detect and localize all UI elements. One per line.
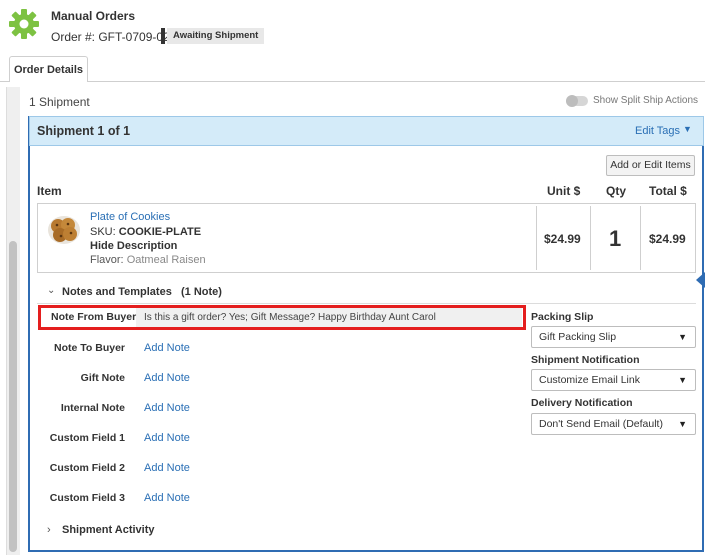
packing-slip-value: Gift Packing Slip <box>539 331 617 343</box>
tab-order-details[interactable]: Order Details <box>9 56 88 82</box>
item-sku: SKU: COOKIE-PLATE <box>90 226 201 238</box>
custom-field-3-add-link[interactable]: Add Note <box>144 492 190 504</box>
chevron-right-icon[interactable]: › <box>47 524 51 536</box>
shipment-count: 1 Shipment <box>29 95 90 109</box>
internal-note-label: Internal Note <box>60 402 125 414</box>
gear-icon <box>9 9 39 39</box>
caret-down-icon[interactable]: ▼ <box>683 124 692 134</box>
custom-field-1-add-link[interactable]: Add Note <box>144 432 190 444</box>
column-divider <box>590 206 591 270</box>
gift-note-add-link[interactable]: Add Note <box>144 372 190 384</box>
custom-field-2-label: Custom Field 2 <box>49 462 125 474</box>
caret-down-icon: ▼ <box>678 332 687 342</box>
custom-field-1-label: Custom Field 1 <box>49 432 125 444</box>
tab-divider <box>0 81 705 82</box>
notes-section-count: (1 Note) <box>181 286 222 298</box>
column-divider <box>536 206 537 270</box>
note-to-buyer-add-link[interactable]: Add Note <box>144 342 190 354</box>
delivery-notification-value: Don't Send Email (Default) <box>539 418 663 430</box>
highlight-box <box>38 305 526 330</box>
status-indicator <box>161 28 165 44</box>
delivery-notification-label: Delivery Notification <box>531 397 633 409</box>
edit-tags-link[interactable]: Edit Tags <box>635 125 680 137</box>
item-name-link[interactable]: Plate of Cookies <box>90 211 170 223</box>
notes-section-title: Notes and Templates <box>62 286 172 298</box>
expand-arrow-icon[interactable] <box>696 272 705 288</box>
quantity: 1 <box>609 226 622 251</box>
line-total: $24.99 <box>649 232 686 246</box>
shipment-notification-label: Shipment Notification <box>531 354 640 366</box>
column-header-qty: Qty <box>606 184 627 198</box>
custom-field-2-add-link[interactable]: Add Note <box>144 462 190 474</box>
shipment-header <box>29 116 704 146</box>
caret-down-icon: ▼ <box>678 375 687 385</box>
option-value: Oatmeal Raisen <box>126 254 206 266</box>
gift-note-label: Gift Note <box>80 372 125 384</box>
split-ship-toggle-knob[interactable] <box>566 95 578 107</box>
column-divider <box>640 206 641 270</box>
product-thumbnail <box>48 216 80 244</box>
internal-note-add-link[interactable]: Add Note <box>144 402 190 414</box>
delivery-notification-select[interactable]: Don't Send Email (Default) ▼ <box>531 413 696 435</box>
shipment-title: Shipment 1 of 1 <box>37 124 131 138</box>
caret-down-icon: ▼ <box>678 419 687 429</box>
split-ship-toggle-label[interactable]: Show Split Ship Actions <box>593 95 698 106</box>
add-edit-items-button[interactable]: Add or Edit Items <box>606 155 695 176</box>
order-number: Order #: GFT-0709-02 <box>51 30 170 44</box>
shipment-notification-select[interactable]: Customize Email Link ▼ <box>531 369 696 391</box>
scrollbar-thumb[interactable] <box>9 241 17 552</box>
chevron-down-icon[interactable]: ⌄ <box>47 285 55 296</box>
column-header-unit: Unit $ <box>547 184 581 198</box>
divider <box>37 303 696 304</box>
notes-section-header[interactable]: Notes and Templates (1 Note) <box>62 286 222 298</box>
option-label: Flavor: <box>90 254 124 266</box>
shipment-activity-toggle[interactable]: Shipment Activity <box>62 524 155 536</box>
packing-slip-select[interactable]: Gift Packing Slip ▼ <box>531 326 696 348</box>
item-option: Flavor: Oatmeal Raisen <box>90 254 206 266</box>
packing-slip-label: Packing Slip <box>531 311 594 323</box>
column-header-total: Total $ <box>649 184 687 198</box>
sku-label: SKU: <box>90 226 116 238</box>
unit-price: $24.99 <box>544 232 581 246</box>
hide-description-toggle[interactable]: Hide Description <box>90 240 177 252</box>
custom-field-3-label: Custom Field 3 <box>49 492 125 504</box>
status-badge: Awaiting Shipment <box>167 28 265 44</box>
sku-value: COOKIE-PLATE <box>118 226 202 238</box>
shipment-notification-value: Customize Email Link <box>539 374 640 386</box>
column-header-item: Item <box>37 184 62 198</box>
note-to-buyer-label: Note To Buyer <box>54 342 125 354</box>
app-title: Manual Orders <box>51 9 136 23</box>
